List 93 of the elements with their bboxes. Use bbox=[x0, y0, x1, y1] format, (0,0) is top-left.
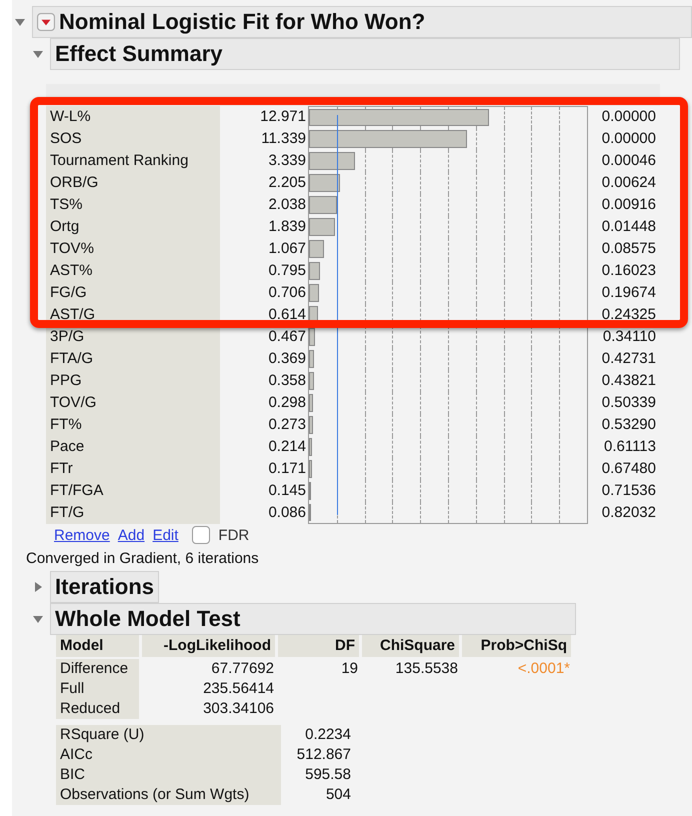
table-cell: FT/G bbox=[46, 502, 220, 524]
table-cell-text: 0.086 bbox=[267, 505, 307, 521]
table-cell-text: 0.2234 bbox=[304, 725, 351, 745]
section-header: Iterations bbox=[50, 571, 160, 603]
table-cell-text: 12.971 bbox=[259, 109, 307, 125]
table-cell-text: 0.53290 bbox=[600, 417, 657, 433]
column-header: Model bbox=[56, 635, 142, 657]
table-cell: PPG bbox=[46, 370, 220, 392]
table-cell-text: 0.00046 bbox=[600, 153, 657, 169]
table-cell: SOS bbox=[46, 128, 220, 150]
table-cell-text: 0.50339 bbox=[600, 395, 657, 411]
table-cell-text: 0.71536 bbox=[600, 483, 657, 499]
table-cell: 235.56414 bbox=[203, 680, 274, 697]
table-cell: Full bbox=[60, 680, 84, 697]
dropdown-menu-icon[interactable] bbox=[37, 13, 55, 31]
table-cell-text: 504 bbox=[324, 785, 351, 805]
table-cell-text: 11.339 bbox=[260, 131, 307, 147]
table-cell: FTA/G bbox=[46, 348, 220, 370]
table-cell: Ortg bbox=[46, 216, 220, 238]
section-header: Effect Summary bbox=[50, 38, 680, 70]
table-cell: BIC bbox=[56, 765, 281, 785]
table-cell: 303.34106 bbox=[203, 700, 274, 717]
table-cell: 19 bbox=[341, 660, 358, 677]
table-cell-text: 0.795 bbox=[267, 263, 307, 279]
section-header: Whole Model Test bbox=[50, 603, 576, 635]
table-cell-text: 1.839 bbox=[267, 219, 307, 235]
table-cell: Pace bbox=[46, 436, 220, 458]
collapse-toggle-icon[interactable] bbox=[32, 613, 44, 625]
table-cell-text: 0.171 bbox=[267, 461, 307, 477]
table-cell: Tournament Ranking bbox=[46, 150, 220, 172]
table-cell: Difference bbox=[60, 660, 128, 677]
table-cell: TS% bbox=[46, 194, 220, 216]
table-cell-text: 0.467 bbox=[267, 329, 307, 345]
table-cell-text: 595.58 bbox=[304, 765, 351, 785]
link[interactable]: Add bbox=[118, 526, 145, 544]
table-cell-text: 0.82032 bbox=[600, 505, 657, 521]
table-cell-text: 0.24325 bbox=[600, 307, 657, 323]
table-cell-text: 0.00916 bbox=[600, 197, 657, 213]
table-cell: 135.5538 bbox=[395, 660, 458, 677]
table-cell-text: 0.358 bbox=[267, 373, 307, 389]
table-cell-text: 1.067 bbox=[267, 241, 307, 257]
table-cell-text: 0.67480 bbox=[600, 461, 657, 477]
table-cell-text: 0.614 bbox=[267, 307, 307, 323]
table-cell: 3P/G bbox=[46, 326, 220, 348]
table-cell: AST% bbox=[46, 260, 220, 282]
table-cell: 67.77692 bbox=[211, 660, 274, 677]
table-cell-text: 512.867 bbox=[296, 745, 351, 765]
column-header: Prob>ChiSq bbox=[462, 635, 574, 657]
table-cell-text: 0.214 bbox=[267, 439, 307, 455]
table-cell-text: 0.706 bbox=[267, 285, 307, 301]
report-title: Nominal Logistic Fit for Who Won? bbox=[59, 9, 426, 35]
checkbox[interactable] bbox=[192, 526, 210, 544]
checkbox-label: FDR bbox=[218, 526, 250, 544]
table-cell-text: 0.61113 bbox=[603, 439, 657, 455]
column-header: DF bbox=[278, 635, 362, 657]
table-cell-text: 3.339 bbox=[267, 153, 307, 169]
table-cell-text: 0.00000 bbox=[600, 131, 657, 147]
expand-toggle-icon[interactable] bbox=[32, 581, 44, 593]
link[interactable]: Remove bbox=[54, 526, 110, 544]
table-cell: TOV% bbox=[46, 238, 220, 260]
table-cell-text: 0.16023 bbox=[600, 263, 657, 279]
table-cell-text: 0.42731 bbox=[600, 351, 657, 367]
collapse-toggle-icon[interactable] bbox=[14, 16, 26, 28]
table-cell: <.0001* bbox=[518, 660, 570, 677]
table-cell: RSquare (U) bbox=[56, 725, 281, 745]
table-cell-text: 0.34110 bbox=[602, 329, 657, 345]
collapse-toggle-icon[interactable] bbox=[32, 48, 44, 60]
table-cell-text: 0.01448 bbox=[600, 219, 657, 235]
table-cell: AICc bbox=[56, 745, 281, 765]
table-cell: FT/FGA bbox=[46, 480, 220, 502]
table-cell-text: 0.00000 bbox=[600, 109, 657, 125]
table-cell: W-L% bbox=[46, 106, 220, 128]
table-cell: Reduced bbox=[60, 700, 120, 717]
table-cell: TOV/G bbox=[46, 392, 220, 414]
link[interactable]: Edit bbox=[152, 526, 178, 544]
column-header: -LogLikelihood bbox=[142, 635, 278, 657]
table-cell: FG/G bbox=[46, 282, 220, 304]
table-cell-text: 2.205 bbox=[267, 175, 307, 191]
column-header: ChiSquare bbox=[362, 635, 462, 657]
table-cell-text: 0.145 bbox=[267, 483, 307, 499]
table-cell: FT% bbox=[46, 414, 220, 436]
table-cell-text: 0.00624 bbox=[600, 175, 657, 191]
table-cell-text: 2.038 bbox=[267, 197, 307, 213]
table-cell-text: 0.298 bbox=[267, 395, 307, 411]
table-cell-text: 0.19674 bbox=[600, 285, 657, 301]
table-cell: FTr bbox=[46, 458, 220, 480]
status-text: Converged in Gradient, 6 iterations bbox=[25, 549, 260, 569]
table-cell-text: 0.08575 bbox=[600, 241, 657, 257]
table-cell-text: 0.43821 bbox=[600, 373, 657, 389]
table-cell: Observations (or Sum Wgts) bbox=[56, 785, 281, 805]
table-cell: ORB/G bbox=[46, 172, 220, 194]
table-cell-text: 0.273 bbox=[267, 417, 307, 433]
table-cell-text: 0.369 bbox=[267, 351, 307, 367]
